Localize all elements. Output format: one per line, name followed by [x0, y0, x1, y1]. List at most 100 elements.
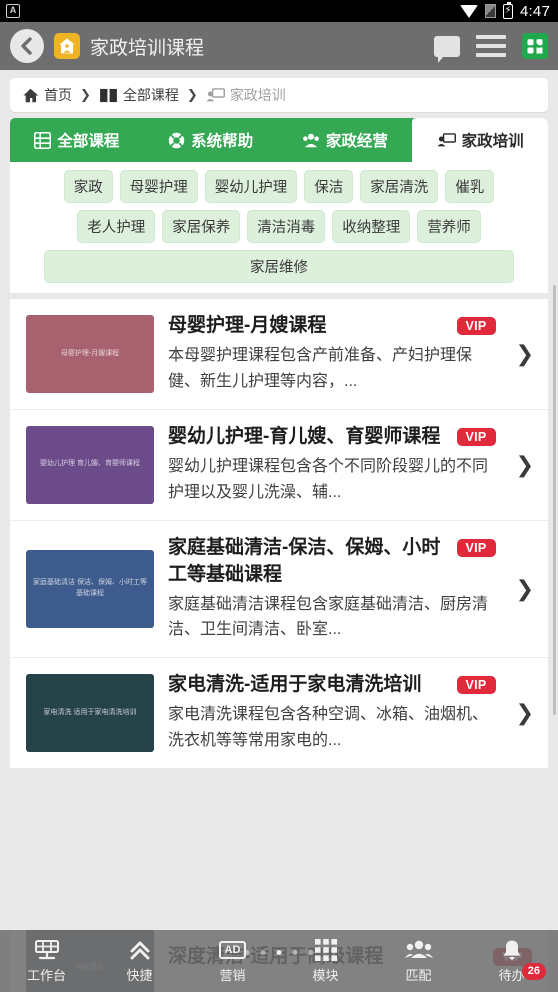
- course-list-item[interactable]: 家庭基础清洁 保洁、保姆、小时工等基础课程 家庭基础清洁-保洁、保姆、小时工等基…: [10, 521, 548, 659]
- text-input-indicator-icon: A: [6, 4, 20, 18]
- filter-chip[interactable]: 保洁: [304, 170, 354, 203]
- back-button[interactable]: [10, 29, 44, 63]
- hamburger-menu-icon[interactable]: [476, 35, 506, 57]
- breadcrumb-label: 首页: [44, 87, 72, 103]
- nav-item-workbench[interactable]: 工作台: [0, 938, 93, 984]
- nav-item-modules[interactable]: 模块: [279, 938, 372, 984]
- nav-label: 模块: [312, 968, 339, 983]
- course-list-item[interactable]: 母婴护理-月嫂课程 母婴护理-月嫂课程 VIP 本母婴护理课程包含产前准备、产妇…: [10, 299, 548, 410]
- breadcrumb-separator: ❯: [186, 87, 198, 102]
- back-chevron-icon: [21, 37, 32, 55]
- course-description: 本母婴护理课程包含产前准备、产妇护理保健、新生儿护理等内容，...: [168, 346, 473, 390]
- share-icon[interactable]: [522, 33, 548, 59]
- clock-time: 4:47: [520, 2, 550, 20]
- breadcrumb: 首页 ❯ 全部课程 ❯ 家政培训: [10, 78, 548, 112]
- people-icon: [302, 133, 319, 147]
- people-group-icon: [404, 938, 433, 962]
- battery-icon: ⚡: [503, 1, 513, 19]
- app-header: 家政培训课程: [0, 22, 558, 70]
- tab-label: 系统帮助: [191, 133, 254, 150]
- tab-housekeeping-training[interactable]: 家政培训: [412, 118, 548, 162]
- nav-label: 快捷: [126, 968, 153, 983]
- filter-chip-row: 家政 母婴护理 婴幼儿护理 保洁 家居清洗 催乳: [16, 170, 542, 203]
- ad-icon: AD: [218, 938, 247, 962]
- course-title: 家电清洗-适用于家电清洗培训: [168, 674, 422, 696]
- course-title: 婴幼儿护理-育儿嫂、育婴师课程: [168, 425, 441, 447]
- filter-chip[interactable]: 老人护理: [77, 210, 156, 243]
- breadcrumb-item-current: 家政培训: [206, 85, 286, 105]
- course-thumbnail: 家庭基础清洁 保洁、保姆、小时工等基础课程: [26, 549, 154, 628]
- tab-label: 家政培训: [461, 133, 524, 150]
- filter-chip[interactable]: 营养师: [417, 210, 481, 243]
- status-bar: A ⚡ 4:47: [0, 0, 558, 22]
- filter-chip[interactable]: 家居维修: [44, 250, 514, 283]
- vip-badge: VIP: [456, 317, 496, 335]
- tab-label: 全部课程: [57, 133, 120, 150]
- workbench-icon: [34, 938, 60, 962]
- page-title: 家政培训课程: [90, 37, 205, 59]
- course-title: 母婴护理-月嫂课程: [168, 315, 327, 336]
- nav-label: 营销: [219, 968, 246, 983]
- filter-chip-row: 家居维修: [16, 250, 542, 283]
- tab-system-help[interactable]: 系统帮助: [144, 118, 278, 162]
- bottom-navigation: 工作台 快捷 AD 营销 模块 匹配 待办 26: [0, 930, 558, 992]
- filter-chip[interactable]: 家居清洗: [360, 170, 439, 203]
- sim-card-icon: [485, 4, 496, 18]
- course-description: 家电清洗课程包含各种空调、冰箱、油烟机、洗衣机等等常用家电的...: [168, 706, 489, 750]
- nav-item-quick[interactable]: 快捷: [93, 938, 186, 984]
- home-icon: [23, 88, 39, 102]
- filter-chip-panel: 家政 母婴护理 婴幼儿护理 保洁 家居清洗 催乳 老人护理 家居保养 清洁消毒 …: [10, 162, 548, 293]
- wifi-icon: [460, 4, 478, 18]
- filter-chip-row: 老人护理 家居保养 清洁消毒 收纳整理 营养师: [16, 210, 542, 243]
- tab-all-courses[interactable]: 全部课程: [10, 118, 144, 162]
- thumbnail-caption: 母婴护理-月嫂课程: [60, 349, 120, 357]
- chevron-right-icon: ❯: [515, 700, 534, 726]
- app-screen: A ⚡ 4:47 家政培训课程 首页 ❯ 全部课程 ❯ 家政培训 全部课程 系统…: [0, 0, 558, 992]
- thumbnail-caption: 家电清洗 适用于家电清洗培训: [43, 708, 137, 716]
- breadcrumb-separator: ❯: [80, 87, 91, 102]
- house-person-icon: [54, 33, 80, 59]
- chevron-right-icon: ❯: [515, 451, 534, 477]
- nav-item-todo[interactable]: 待办 26: [465, 938, 558, 984]
- nav-label: 工作台: [26, 968, 66, 983]
- nav-label: 待办: [498, 968, 525, 983]
- filter-chip[interactable]: 家政: [63, 170, 113, 203]
- breadcrumb-label: 家政培训: [229, 87, 286, 103]
- presentation-icon: [206, 87, 225, 101]
- filter-chip[interactable]: 母婴护理: [119, 170, 198, 203]
- filter-chip[interactable]: 收纳整理: [332, 210, 411, 243]
- nav-item-marketing[interactable]: AD 营销: [186, 938, 279, 984]
- breadcrumb-label: 全部课程: [122, 87, 179, 103]
- breadcrumb-item-home[interactable]: 首页: [22, 85, 72, 105]
- book-icon: [100, 88, 117, 102]
- lifebuoy-icon: [168, 132, 185, 148]
- course-list-item[interactable]: 家电清洗 适用于家电清洗培训 家电清洗-适用于家电清洗培训 VIP 家电清洗课程…: [10, 658, 548, 770]
- chat-icon[interactable]: [434, 35, 460, 63]
- thumbnail-caption: 家庭基础清洁 保洁、保姆、小时工等基础课程: [33, 579, 147, 597]
- filter-chip[interactable]: 婴幼儿护理: [204, 170, 298, 203]
- course-description: 家庭基础清洁课程包含家庭基础清洁、厨房清洁、卫生间清洁、卧室...: [168, 595, 489, 639]
- chevron-right-icon: ❯: [515, 575, 534, 601]
- nav-item-match[interactable]: 匹配: [372, 938, 465, 984]
- thumbnail-caption: 婴幼儿护理 育儿嫂、育婴师课程: [40, 460, 140, 468]
- course-title: 家庭基础清洁-保洁、保姆、小时工等基础课程: [168, 536, 441, 585]
- vip-badge: VIP: [456, 676, 496, 695]
- filter-chip[interactable]: 清洁消毒: [247, 210, 326, 243]
- grid-apps-icon: [314, 938, 338, 962]
- bell-icon: [501, 938, 523, 962]
- grid-list-icon: [34, 131, 52, 149]
- tab-housekeeping-ops[interactable]: 家政经营: [278, 118, 413, 162]
- chevron-up-icon: [127, 938, 153, 962]
- filter-chip[interactable]: 催乳: [445, 170, 495, 203]
- breadcrumb-item-all-courses[interactable]: 全部课程: [99, 85, 179, 105]
- course-list: 母婴护理-月嫂课程 母婴护理-月嫂课程 VIP 本母婴护理课程包含产前准备、产妇…: [10, 299, 548, 770]
- presentation-icon: [436, 132, 456, 146]
- scrollbar[interactable]: [553, 285, 556, 715]
- course-list-item[interactable]: 婴幼儿护理 育儿嫂、育婴师课程 婴幼儿护理-育儿嫂、育婴师课程 VIP 婴幼儿护…: [10, 410, 548, 521]
- course-thumbnail: 家电清洗 适用于家电清洗培训: [26, 674, 154, 753]
- vip-badge: VIP: [456, 538, 496, 557]
- course-description: 婴幼儿护理课程包含各个不同阶段婴儿的不同护理以及婴儿洗澡、辅...: [168, 457, 489, 501]
- chevron-right-icon: ❯: [515, 340, 534, 366]
- filter-chip[interactable]: 家居保养: [162, 210, 241, 243]
- breadcrumb-container: 首页 ❯ 全部课程 ❯ 家政培训: [0, 70, 558, 118]
